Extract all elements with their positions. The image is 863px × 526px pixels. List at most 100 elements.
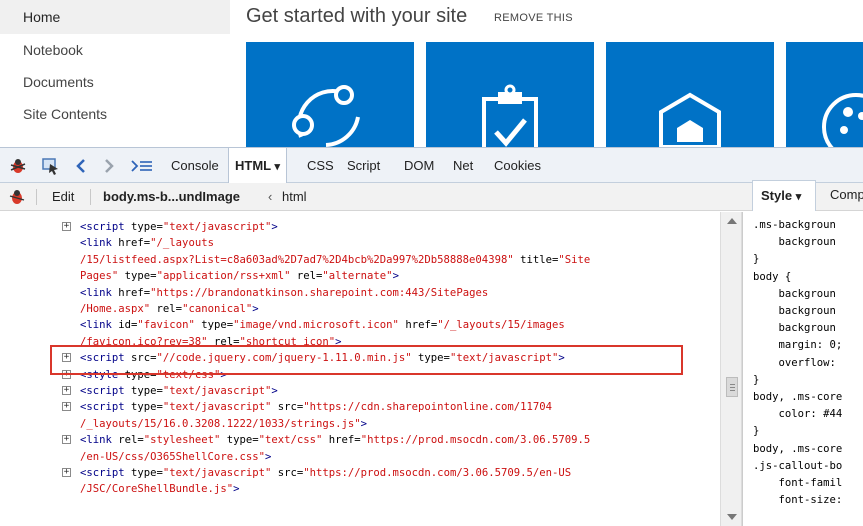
nav-item-documents[interactable]: Documents [0,66,230,98]
sharepoint-page: Home Notebook Documents Site Contents Ge… [0,0,863,147]
toolbar-divider [36,189,37,205]
tab-html[interactable]: HTML ▾ [228,148,288,184]
html-node-line[interactable]: /en-US/css/O365ShellCore.css"> [80,449,271,465]
tag-text: <link [80,286,119,299]
css-rule-line[interactable]: backgroun [753,234,836,251]
attribute-value: /Home.aspx" [80,303,151,315]
css-rule-line[interactable]: .ms-backgroun [753,217,836,234]
tab-cookies[interactable]: Cookies [488,148,547,183]
tab-css[interactable]: CSS [301,148,340,183]
tag-text: <link [80,319,119,332]
vertical-scrollbar[interactable] [720,212,742,526]
chevron-down-icon: ▾ [795,191,802,203]
attribute-name: src= [271,401,304,414]
attribute-value: /15/listfeed.aspx?List=c8a603ad%2D7ad7%2… [80,253,514,266]
tag-text: <script [80,221,132,233]
firebug-off-icon[interactable] [8,187,26,207]
css-rule-line[interactable]: font-size: [753,492,843,509]
html-node-line[interactable]: /JSC/CoreShellBundle.js"> [80,481,239,497]
tag-text: <link [80,237,119,250]
expand-node-icon[interactable]: + [62,386,71,395]
scroll-down-icon[interactable] [727,514,737,520]
tab-console[interactable]: Console [165,148,225,183]
tab-script[interactable]: Script [341,148,386,183]
attribute-value: "canonical" [182,303,253,315]
html-node-line[interactable]: Pages" type="application/rss+xml" rel="a… [80,268,399,284]
css-rule-line[interactable]: color: #44 [753,406,843,423]
tag-text: <script [80,467,132,479]
nav-item-notebook[interactable]: Notebook [0,34,230,66]
house-icon [659,92,721,147]
attribute-name: href= [398,319,438,332]
tag-text: <link [80,434,119,447]
html-node-line[interactable]: <script type="text/javascript" src="http… [80,399,552,415]
inspect-icon[interactable] [40,156,62,176]
tag-text: <script [80,385,132,397]
css-rule-line[interactable]: backgroun [753,303,836,320]
get-started-tile-palette[interactable] [786,42,863,147]
css-rule-line[interactable]: overflow: [753,355,842,372]
back-icon[interactable] [74,156,88,176]
get-started-tile-clipboard[interactable] [426,42,594,147]
css-rule-line[interactable]: body { [753,269,791,286]
command-line-icon[interactable] [131,156,153,176]
html-node-line[interactable]: /Home.aspx" rel="canonical"> [80,301,259,317]
forward-icon[interactable] [102,156,116,176]
css-rule-line[interactable]: } [753,251,759,268]
attribute-value: "text/javascript" [162,385,272,397]
attribute-name: type= [131,385,163,397]
attribute-name: rel= [118,434,144,447]
scroll-up-icon[interactable] [727,218,737,224]
css-rule-line[interactable]: body, .ms-core [753,389,842,406]
tag-text: > [271,221,278,233]
expand-node-icon[interactable]: + [62,468,71,477]
css-rule-line[interactable]: .js-callout-bo [753,458,842,475]
tag-text: > [264,450,272,463]
html-node-line[interactable]: <link rel="stylesheet" type="text/css" h… [80,432,590,448]
firebug-icon[interactable] [8,156,28,176]
edit-button[interactable]: Edit [52,183,74,211]
breadcrumb-html[interactable]: html [282,183,307,211]
html-node-line[interactable]: <link id="favicon" type="image/vnd.micro… [80,317,565,333]
expand-node-icon[interactable]: + [62,435,71,445]
html-node-line[interactable]: /_layouts/15/16.0.3208.1222/1033/strings… [80,416,367,432]
html-node-line[interactable]: <script type="text/javascript"> [80,219,278,235]
html-node-line[interactable]: <link href="https://brandonatkinson.shar… [80,285,488,301]
grip-line [730,390,735,391]
grip-line [730,384,735,385]
css-rule-line[interactable]: font-famil [753,475,843,492]
tab-computed[interactable]: Compu [822,180,863,211]
remove-this-link[interactable]: REMOVE THIS [494,12,573,24]
tag-text: > [252,303,259,315]
html-node-line[interactable]: <script type="text/javascript"> [80,383,278,399]
nav-item-site-contents[interactable]: Site Contents [0,98,230,130]
html-node-line[interactable]: <link href="/_layouts [80,235,214,251]
css-rule-line[interactable]: } [753,423,759,440]
breadcrumb-body[interactable]: body.ms-b...undImage [103,183,240,211]
attribute-value: /_layouts/15/16.0.3208.1222/1033/strings… [80,417,361,430]
attribute-name: id= [118,319,138,332]
tab-dom[interactable]: DOM [398,148,440,183]
tab-style[interactable]: Style ▾ [752,180,816,211]
attribute-name: type= [118,270,157,283]
attribute-name: title= [513,253,559,266]
css-rule-line[interactable]: } [753,372,759,389]
expand-node-icon[interactable]: + [62,222,71,231]
nav-item-home[interactable]: Home [0,0,230,34]
scroll-thumb[interactable] [726,377,738,397]
css-rule-line[interactable]: backgroun [753,320,836,337]
tag-text: > [360,417,368,430]
tab-net[interactable]: Net [447,148,479,183]
expand-node-icon[interactable]: + [62,402,71,412]
html-node-line[interactable]: <script type="text/javascript" src="http… [80,465,571,481]
html-node-line[interactable]: /15/listfeed.aspx?List=c8a603ad%2D7ad7%2… [80,252,590,268]
attribute-value: "text/javascript" [162,467,272,479]
css-rule-line[interactable]: margin: 0; [753,337,843,354]
css-rule-line[interactable]: body, .ms-core [753,441,842,458]
attribute-value: "alternate" [322,270,393,283]
css-rule-line[interactable]: backgroun [753,286,836,303]
attribute-value: "https://prod.msocdn.com/3.06.5709.5 [360,434,591,447]
get-started-tile-share[interactable] [246,42,414,147]
attribute-value: "https://prod.msocdn.com/3.06.5709.5/en-… [303,467,572,479]
get-started-tile-house[interactable] [606,42,774,147]
